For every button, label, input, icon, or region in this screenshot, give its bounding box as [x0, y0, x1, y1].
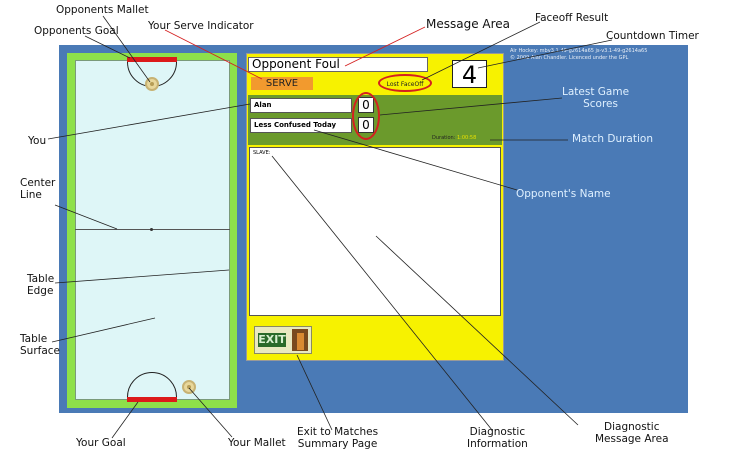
label-match-duration: Match Duration: [572, 133, 653, 145]
label-center-line-line2: Line: [20, 189, 42, 201]
player-name: Alan: [250, 98, 352, 113]
label-message-area: Message Area: [426, 17, 511, 31]
exit-sign: EXIT: [258, 333, 286, 347]
label-diag-area-line2: Message Area: [595, 433, 669, 445]
faceoff-result: Lost FaceOff: [378, 74, 432, 92]
label-your-goal: Your Goal: [76, 437, 126, 449]
version-line: Air Hockey: mbv3.1-49-g2614a65 js-v3.1-4…: [510, 48, 648, 54]
label-exit-line1: Exit to Matches: [297, 426, 379, 438]
label-diag-info-line2: Information: [467, 438, 528, 450]
label-exit-line2: Summary Page: [297, 438, 378, 450]
label-table-surface: Table Surface: [20, 333, 60, 357]
label-opponents-name: Opponent's Name: [516, 188, 611, 200]
label-table-edge-line1: Table: [27, 273, 55, 285]
version-info: Air Hockey: mbv3.1-49-g2614a65 js-v3.1-4…: [510, 48, 690, 62]
your-mallet[interactable]: [182, 380, 196, 394]
label-table-edge-line2: Edge: [27, 285, 54, 297]
opponent-goal: [127, 57, 177, 62]
countdown-timer: 4: [452, 60, 487, 89]
label-faceoff-result: Faceoff Result: [535, 12, 609, 24]
label-diag-info-line1: Diagnostic: [469, 426, 526, 438]
exit-button[interactable]: EXIT: [254, 326, 312, 354]
label-table-edge: Table Edge: [27, 273, 54, 297]
label-diagnostic-information: Diagnostic Information: [467, 426, 528, 450]
diagnostic-message-area: SLAVE:: [249, 147, 501, 316]
opponent-mallet: [145, 77, 159, 91]
match-duration: Duration: 1:00:58: [432, 135, 476, 141]
message-area: Opponent Foul: [248, 57, 428, 72]
label-exit: Exit to Matches Summary Page: [297, 426, 378, 450]
label-you: You: [28, 135, 47, 147]
label-diagnostic-message-area: Diagnostic Message Area: [595, 421, 669, 445]
center-spot: [150, 228, 153, 231]
opponent-name: Less Confused Today: [250, 118, 352, 133]
label-center-line-line1: Center: [20, 177, 56, 189]
label-serve-indicator: Your Serve Indicator: [148, 20, 254, 32]
label-opponents-goal: Opponents Goal: [34, 25, 119, 37]
your-goal: [127, 397, 177, 402]
label-latest-game-scores: Latest Game Scores: [562, 86, 629, 110]
duration-value: 1:00:58: [457, 135, 477, 141]
label-center-line: Center Line: [20, 177, 55, 201]
label-opponents-mallet: Opponents Mallet: [56, 4, 149, 16]
door-icon: [292, 329, 308, 351]
diagnostic-information: SLAVE:: [253, 150, 271, 156]
duration-label: Duration:: [432, 135, 456, 141]
label-latest-game-scores-line1: Latest Game: [562, 86, 630, 98]
label-table-surface-line2: Surface: [20, 345, 61, 357]
label-table-surface-line1: Table: [20, 333, 48, 345]
scores-highlight: [352, 92, 380, 140]
label-countdown-timer: Countdown Timer: [606, 30, 699, 42]
copyright-line: © 2009 Alan Chandler. Licenced under the…: [510, 55, 629, 61]
label-latest-game-scores-line2: Scores: [583, 98, 618, 110]
serve-indicator: SERVE: [251, 77, 313, 90]
label-diag-area-line1: Diagnostic: [604, 421, 660, 433]
label-your-mallet: Your Mallet: [228, 437, 286, 449]
